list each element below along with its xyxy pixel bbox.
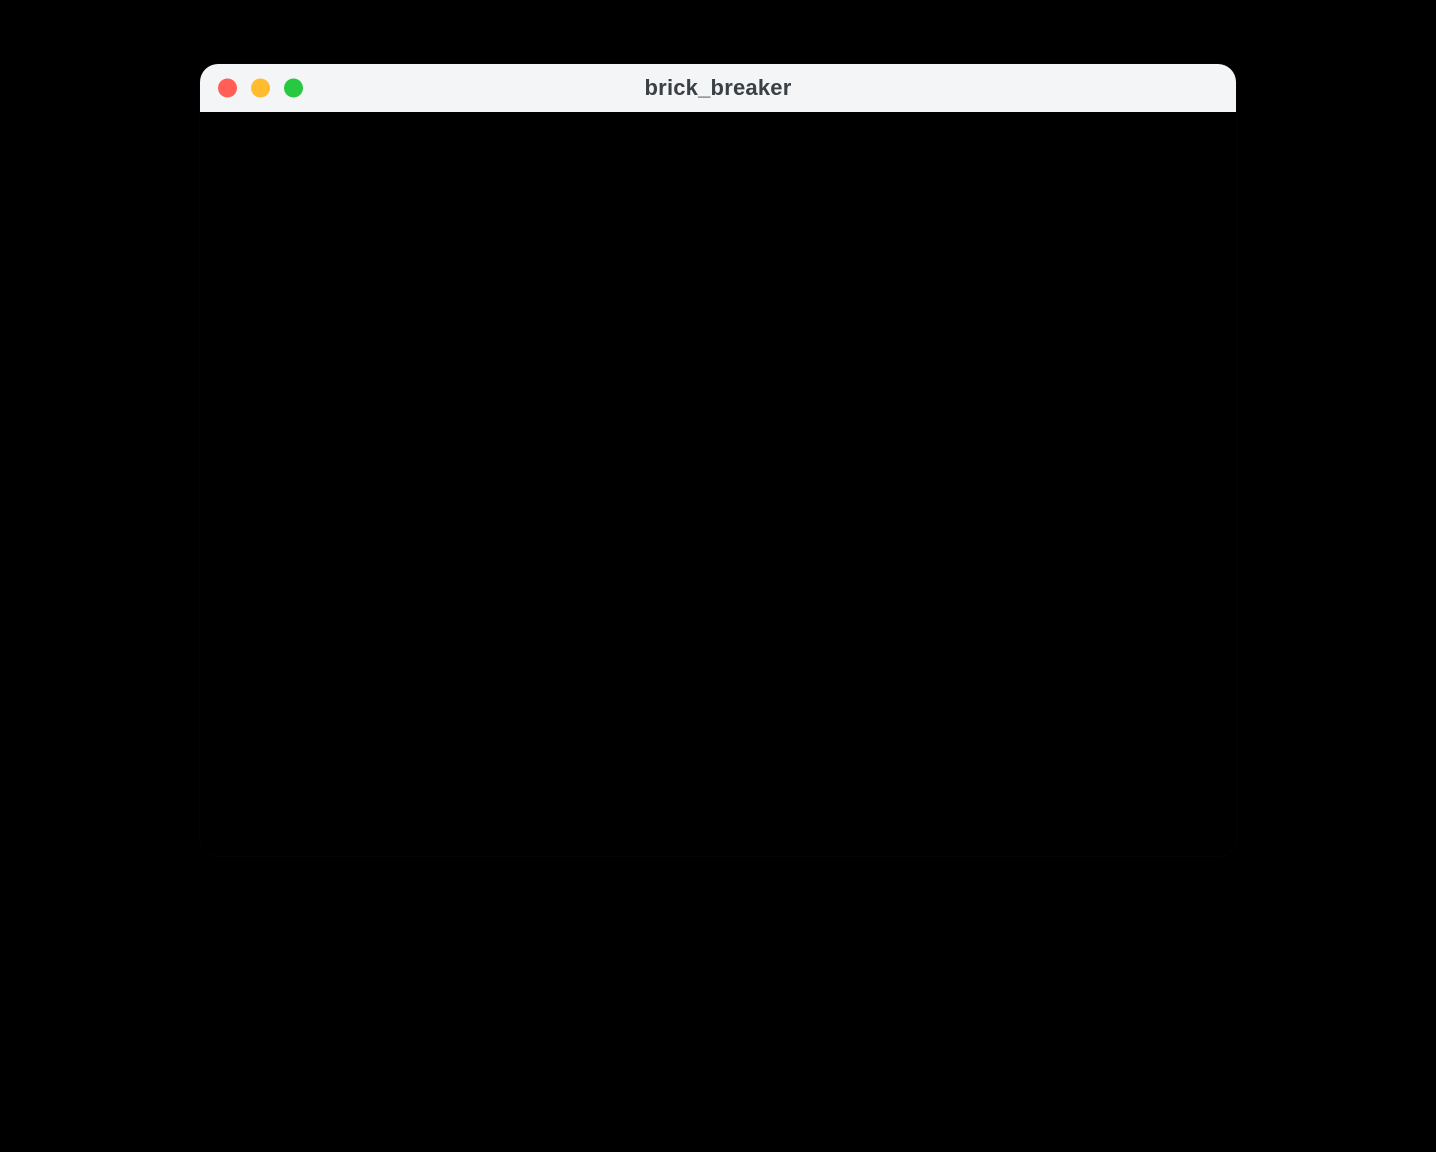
traffic-lights-group — [218, 79, 303, 98]
app-window: brick_breaker — [200, 64, 1236, 856]
window-titlebar[interactable]: brick_breaker — [200, 64, 1236, 112]
close-button[interactable] — [218, 79, 237, 98]
zoom-button[interactable] — [284, 79, 303, 98]
game-canvas[interactable] — [200, 112, 1236, 856]
window-title: brick_breaker — [645, 75, 792, 101]
minimize-button[interactable] — [251, 79, 270, 98]
